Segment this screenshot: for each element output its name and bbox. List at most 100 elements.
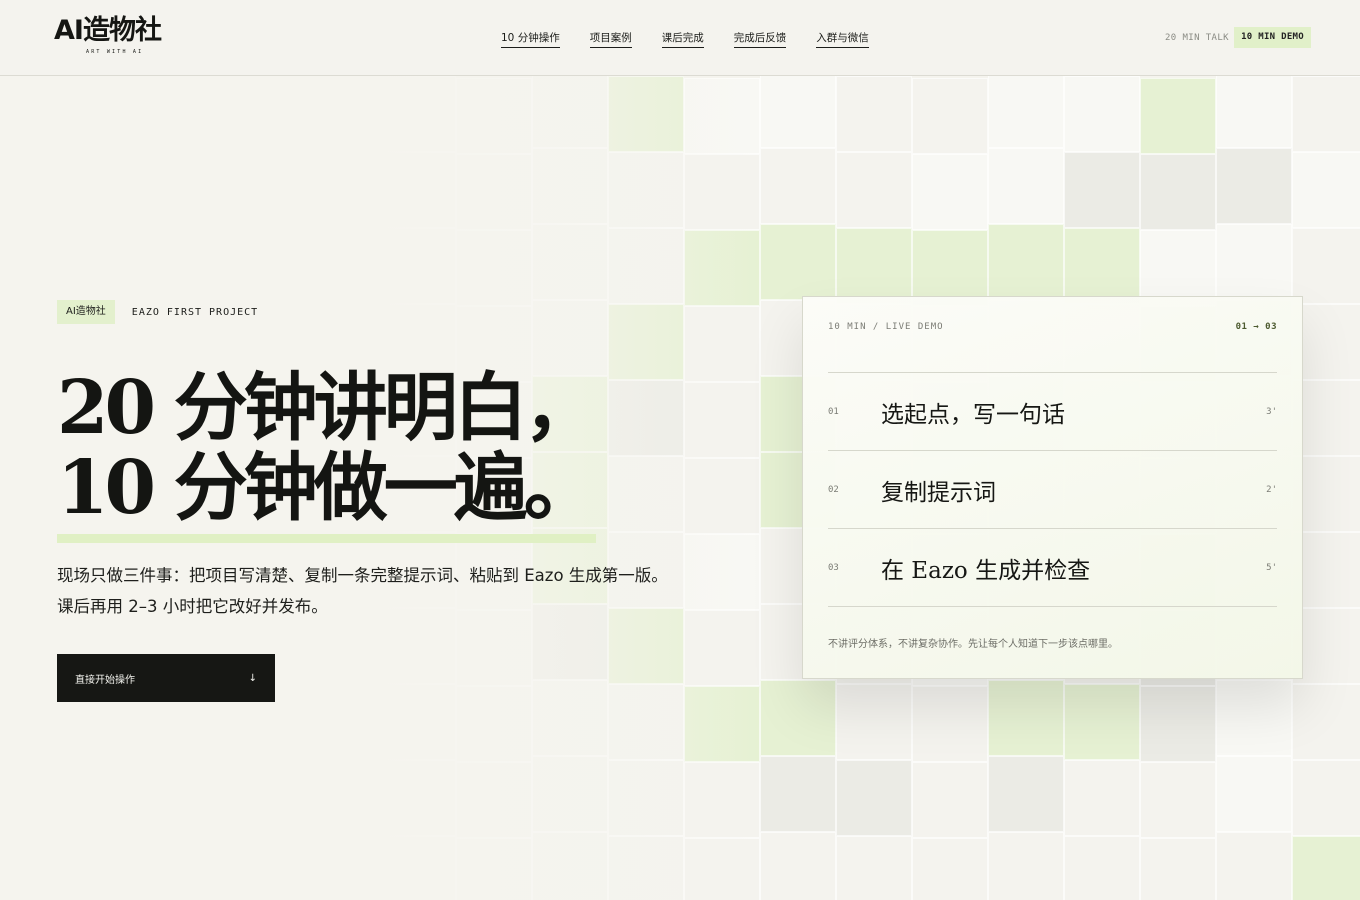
- hero-title: 20 分钟讲明白， 10 分钟做一遍。: [57, 365, 598, 531]
- background-tile: [456, 78, 532, 154]
- step-number: 01: [828, 406, 839, 417]
- background-tile: [760, 756, 836, 832]
- step-title: 复制提示词: [881, 479, 996, 506]
- background-tile: [988, 680, 1064, 756]
- background-tile: [380, 152, 456, 228]
- site-header: AI造物社 ART WITH AI 10 分钟操作 项目案例 课后完成 完成后反…: [0, 0, 1360, 76]
- background-tile: [1140, 154, 1216, 230]
- background-tile: [532, 680, 608, 756]
- background-tile: [1064, 152, 1140, 228]
- step-duration: 3': [1266, 406, 1277, 417]
- background-tile: [912, 686, 988, 762]
- background-tile: [1140, 78, 1216, 154]
- background-tile: [760, 148, 836, 224]
- background-tile: [836, 684, 912, 760]
- background-tile: [1064, 228, 1140, 304]
- background-tile: [684, 534, 760, 610]
- hero-description-line-1: 现场只做三件事：把项目写清楚、复制一条完整提示词、粘贴到 Eazo 生成第一版。: [57, 566, 668, 585]
- background-tile: [1216, 76, 1292, 148]
- background-tile: [532, 76, 608, 148]
- background-tile: [988, 224, 1064, 300]
- nav-link-operation[interactable]: 10 分钟操作: [501, 31, 560, 48]
- background-tile: [760, 832, 836, 900]
- background-tile: [1216, 680, 1292, 756]
- background-tile: [912, 230, 988, 306]
- arrow-down-icon: ↓: [248, 672, 257, 684]
- background-tile: [988, 756, 1064, 832]
- background-tile: [532, 148, 608, 224]
- background-tile: [532, 832, 608, 900]
- background-tile: [380, 684, 456, 760]
- hero-title-line-2: 10 分钟做一遍。: [57, 445, 598, 531]
- background-tile: [608, 380, 684, 456]
- background-tile: [456, 154, 532, 230]
- background-tile: [456, 230, 532, 306]
- background-tile: [760, 76, 836, 148]
- step-number: 02: [828, 484, 839, 495]
- background-tile: [1064, 76, 1140, 152]
- card-header: 10 MIN / LIVE DEMO 01 → 03: [828, 322, 1277, 332]
- background-tile: [912, 838, 988, 900]
- demo-step-row[interactable]: 03 在 Eazo 生成并检查 5': [828, 529, 1277, 607]
- background-tile: [760, 680, 836, 756]
- step-number: 03: [828, 562, 839, 573]
- background-tile: [684, 230, 760, 306]
- background-tile: [836, 152, 912, 228]
- background-tile: [456, 686, 532, 762]
- demo-duration-chip[interactable]: 10 MIN DEMO: [1234, 27, 1311, 48]
- background-tile: [1064, 684, 1140, 760]
- nav-link-join-group[interactable]: 入群与微信: [816, 31, 869, 48]
- live-demo-card: 10 MIN / LIVE DEMO 01 → 03 01 选起点，写一句话 3…: [802, 296, 1303, 679]
- nav-link-after-class[interactable]: 课后完成: [661, 31, 704, 48]
- card-footnote: 不讲评分体系，不讲复杂协作。先让每个人知道下一步该点哪里。: [828, 639, 1118, 650]
- background-tile: [608, 760, 684, 836]
- background-tile: [836, 760, 912, 836]
- background-tile: [1292, 76, 1360, 152]
- background-tile: [608, 304, 684, 380]
- background-tile: [1292, 152, 1360, 228]
- background-tile: [1292, 228, 1360, 304]
- background-tile: [988, 832, 1064, 900]
- background-tile: [760, 224, 836, 300]
- background-tile: [1064, 836, 1140, 900]
- project-kicker: EAZO FIRST PROJECT: [131, 306, 259, 318]
- demo-step-list: 01 选起点，写一句话 3' 02 复制提示词 2' 03 在 Eazo 生成并…: [828, 372, 1277, 607]
- background-tile: [988, 76, 1064, 148]
- background-tile: [988, 148, 1064, 224]
- background-tile: [608, 456, 684, 532]
- background-tile: [1216, 832, 1292, 900]
- brand-logo[interactable]: AI造物社 ART WITH AI: [54, 16, 194, 60]
- talk-duration-link[interactable]: 20 MIN TALK: [1165, 33, 1229, 43]
- card-step-range: 01 → 03: [1235, 322, 1277, 332]
- background-tile: [1140, 230, 1216, 306]
- title-highlight-bar: [57, 534, 596, 543]
- logo-subtitle: ART WITH AI: [86, 49, 144, 55]
- background-tile: [608, 152, 684, 228]
- background-tile: [1292, 684, 1360, 760]
- hero-description-line-2: 课后再用 2–3 小时把它改好并发布。: [57, 597, 328, 616]
- nav-link-feedback[interactable]: 完成后反馈: [733, 31, 787, 48]
- background-tile: [1140, 762, 1216, 838]
- demo-step-row[interactable]: 01 选起点，写一句话 3': [828, 373, 1277, 451]
- background-tile: [380, 228, 456, 304]
- background-tile: [608, 836, 684, 900]
- demo-step-row[interactable]: 02 复制提示词 2': [828, 451, 1277, 529]
- hero-title-line-1: 20 分钟讲明白，: [57, 365, 598, 451]
- background-tile: [608, 76, 684, 152]
- main-nav: 10 分钟操作 项目案例 课后完成 完成后反馈 入群与微信: [501, 31, 869, 48]
- background-tile: [684, 610, 760, 686]
- background-tile: [1216, 224, 1292, 300]
- background-tile: [1292, 760, 1360, 836]
- background-tile: [608, 684, 684, 760]
- background-tile: [684, 458, 760, 534]
- background-tile: [456, 762, 532, 838]
- nav-link-cases[interactable]: 项目案例: [589, 31, 632, 48]
- start-operation-button[interactable]: 直接开始操作 ↓: [57, 654, 275, 702]
- background-tile: [456, 838, 532, 900]
- background-tile: [836, 836, 912, 900]
- hero-description: 现场只做三件事：把项目写清楚、复制一条完整提示词、粘贴到 Eazo 生成第一版。…: [57, 560, 668, 622]
- background-tile: [1140, 838, 1216, 900]
- background-tile: [912, 154, 988, 230]
- background-tile: [912, 762, 988, 838]
- background-tile: [684, 306, 760, 382]
